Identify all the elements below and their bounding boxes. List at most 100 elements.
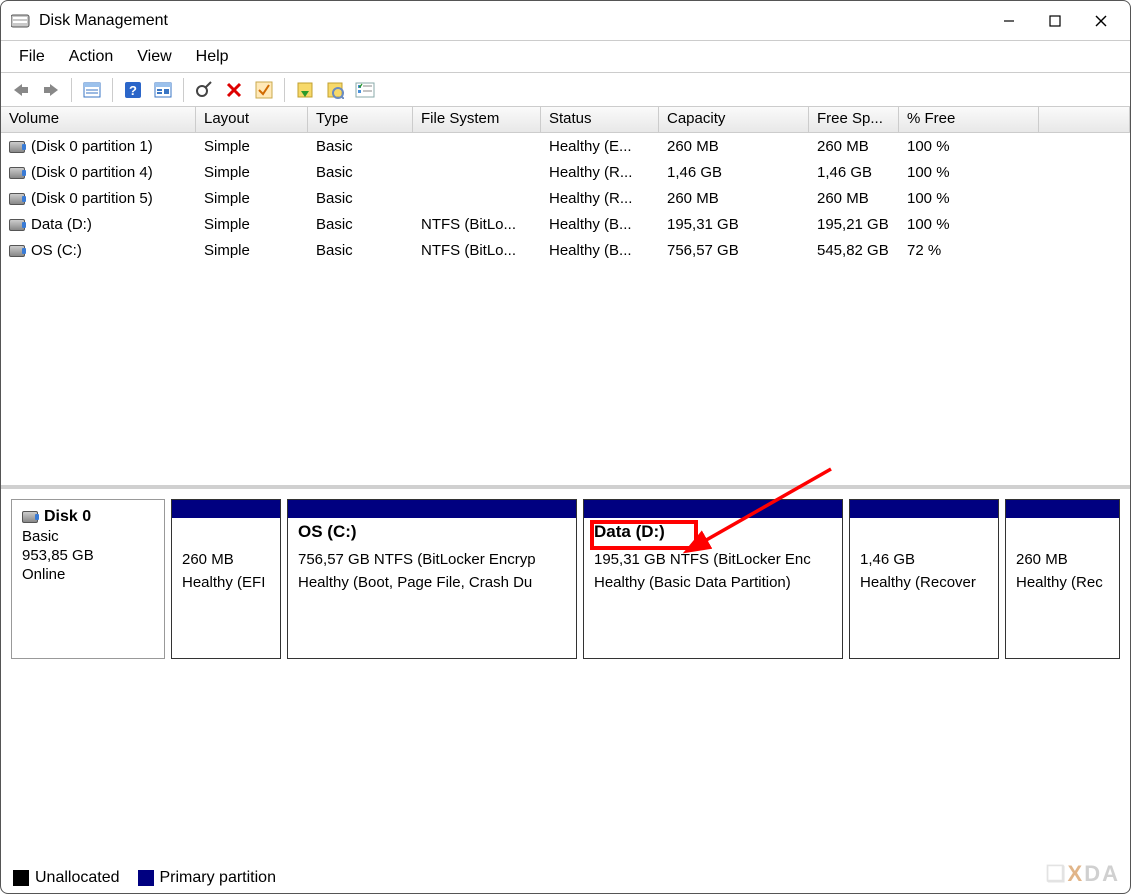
disk-strip: Disk 0 Basic 953,85 GB Online 260 MBHeal… [11,499,1120,659]
menu-help[interactable]: Help [186,44,239,70]
col-type[interactable]: Type [308,107,413,132]
help-icon[interactable]: ? [119,76,147,104]
cell-pct: 100 % [899,136,1039,157]
partition-stripe [850,500,998,518]
cell-pct: 100 % [899,188,1039,209]
cell-capacity: 195,31 GB [659,214,809,235]
checkmark-icon[interactable] [250,76,278,104]
volume-row[interactable]: (Disk 0 partition 5)SimpleBasicHealthy (… [1,185,1130,211]
toolbar-separator [71,78,72,102]
col-freespace[interactable]: Free Sp... [809,107,899,132]
list-icon[interactable] [351,76,379,104]
disk-icon [22,511,38,523]
partition-line1: 1,46 GB [860,548,988,571]
partition-line2: Healthy (EFI [182,571,270,594]
partition-line2: Healthy (Boot, Page File, Crash Du [298,571,566,594]
disk-type: Basic [22,528,154,545]
partition-line1: 756,57 GB NTFS (BitLocker Encryp [298,548,566,571]
volume-columns-header: Volume Layout Type File System Status Ca… [1,107,1130,133]
volume-rows: (Disk 0 partition 1)SimpleBasicHealthy (… [1,133,1130,263]
col-pctfree[interactable]: % Free [899,107,1039,132]
disk-status: Online [22,566,154,583]
show-hide-tree-icon[interactable] [78,76,106,104]
cell-pct: 100 % [899,162,1039,183]
partition-line1: 260 MB [1016,548,1109,571]
forward-icon[interactable] [37,76,65,104]
minimize-button[interactable] [986,1,1032,41]
partition-line2: Healthy (Recover [860,571,988,594]
volume-row[interactable]: (Disk 0 partition 1)SimpleBasic Healthy (… [1,133,1130,159]
cell-fs [413,144,541,148]
volume-row[interactable]: Data (D:)SimpleBasicNTFS (BitLo...Health… [1,211,1130,237]
refresh-icon[interactable] [190,76,218,104]
legend-unallocated: Unallocated [13,869,120,887]
titlebar: Disk Management [1,1,1130,41]
partition-stripe [1006,500,1119,518]
cell-type: Basic [308,162,413,183]
menubar: File Action View Help [1,41,1130,73]
cell-fs: NTFS (BitLo... [413,240,541,261]
cell-volume: Data (D:) [1,214,196,235]
partition-stripe [288,500,576,518]
partition-line1: 195,31 GB NTFS (BitLocker Enc [594,548,832,571]
cell-volume: OS (C:) [1,240,196,261]
col-filesystem[interactable]: File System [413,107,541,132]
partition-body: 260 MBHealthy (EFI [172,518,280,601]
delete-icon[interactable] [220,76,248,104]
window-title: Disk Management [39,12,986,30]
cell-volume: (Disk 0 partition 1) [1,136,196,157]
col-volume[interactable]: Volume [1,107,196,132]
watermark: ❑XXDADA [1046,861,1120,887]
cell-capacity: 756,57 GB [659,240,809,261]
cell-free: 545,82 GB [809,240,899,261]
partition-block[interactable]: 260 MBHealthy (Rec [1005,499,1120,659]
volume-icon [9,245,25,257]
partition-stripe [172,500,280,518]
volume-row[interactable]: (Disk 0 partition 4)SimpleBasicHealthy (… [1,159,1130,185]
settings-icon[interactable] [321,76,349,104]
disk-label-box[interactable]: Disk 0 Basic 953,85 GB Online [11,499,165,659]
volume-row[interactable]: OS (C:)SimpleBasicNTFS (BitLo...Healthy … [1,237,1130,263]
menu-view[interactable]: View [127,44,181,70]
col-capacity[interactable]: Capacity [659,107,809,132]
volume-icon [9,219,25,231]
partition-block[interactable]: Data (D:)195,31 GB NTFS (BitLocker EncHe… [583,499,843,659]
cell-fs: NTFS (BitLo... [413,214,541,235]
partition-block[interactable]: 260 MBHealthy (EFI [171,499,281,659]
maximize-button[interactable] [1032,1,1078,41]
cell-layout: Simple [196,136,308,157]
cell-free: 1,46 GB [809,162,899,183]
svg-text:?: ? [129,83,137,98]
new-icon[interactable] [291,76,319,104]
col-layout[interactable]: Layout [196,107,308,132]
partition-container: 260 MBHealthy (EFIOS (C:)756,57 GB NTFS … [165,499,1120,659]
col-status[interactable]: Status [541,107,659,132]
partition-body: 1,46 GBHealthy (Recover [850,518,998,601]
cell-type: Basic [308,188,413,209]
cell-layout: Simple [196,240,308,261]
cell-pct: 72 % [899,240,1039,261]
volume-icon [9,141,25,153]
legend-primary: Primary partition [138,869,276,887]
cell-status: Healthy (E... [541,136,659,157]
partition-block[interactable]: OS (C:)756,57 GB NTFS (BitLocker EncrypH… [287,499,577,659]
cell-type: Basic [308,136,413,157]
partition-stripe [584,500,842,518]
properties-icon[interactable] [149,76,177,104]
cell-volume: (Disk 0 partition 4) [1,162,196,183]
col-spacer [1039,107,1130,132]
cell-free: 260 MB [809,136,899,157]
partition-block[interactable]: 1,46 GBHealthy (Recover [849,499,999,659]
cell-status: Healthy (R... [541,188,659,209]
toolbar-separator [112,78,113,102]
menu-file[interactable]: File [9,44,55,70]
volume-list-pane: Volume Layout Type File System Status Ca… [1,107,1130,489]
legend: Unallocated Primary partition [13,869,276,887]
back-icon[interactable] [7,76,35,104]
cell-capacity: 260 MB [659,188,809,209]
menu-action[interactable]: Action [59,44,123,70]
app-icon [11,13,31,29]
toolbar-separator [183,78,184,102]
close-button[interactable] [1078,1,1124,41]
cell-type: Basic [308,214,413,235]
